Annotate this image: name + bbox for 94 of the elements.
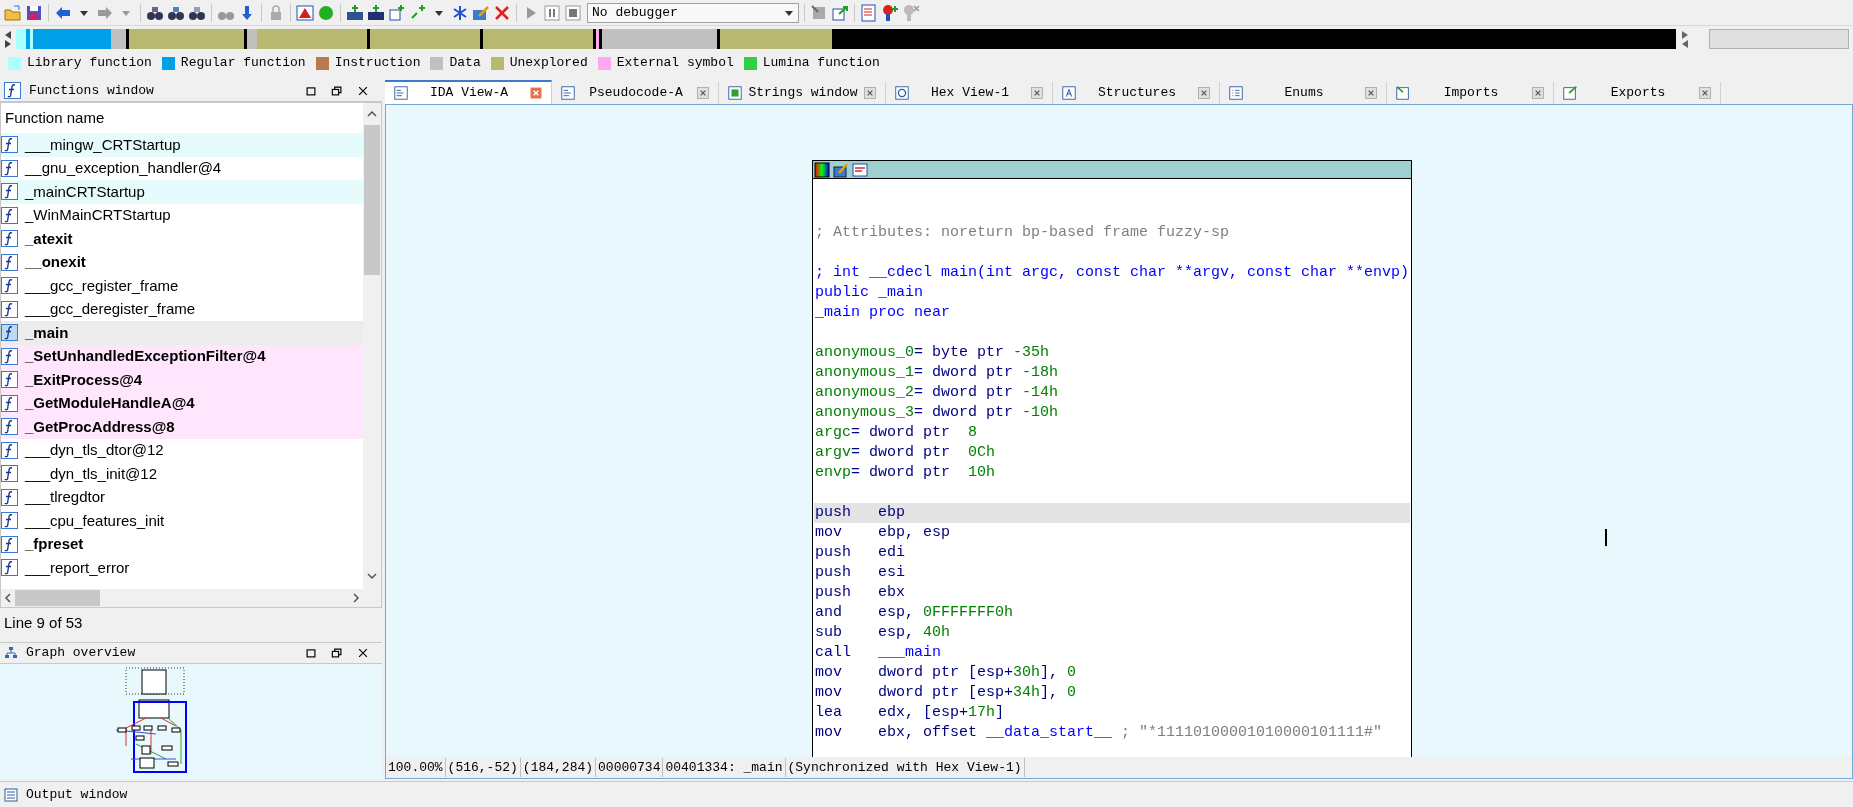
status-field: 100.00%: [386, 757, 446, 778]
panel-title: Graph overview: [26, 644, 136, 663]
function-row[interactable]: ___mingw_CRTStartup: [1, 133, 363, 157]
code-line: envp= dword ptr 10h: [814, 463, 997, 483]
circle-icon[interactable]: [317, 3, 335, 22]
maximize-icon[interactable]: [304, 646, 318, 660]
graph-node[interactable]: [812, 160, 1412, 757]
function-row[interactable]: _SetUnhandledExceptionFilter@4: [1, 344, 363, 368]
pause-icon[interactable]: [543, 3, 561, 22]
code-line: _main proc near: [814, 303, 952, 323]
edit-icon[interactable]: [472, 3, 490, 22]
document-icon[interactable]: [560, 85, 576, 101]
code-line: anonymous_0= byte ptr -35h: [814, 343, 1051, 363]
function-row[interactable]: _mainCRTStartup: [1, 180, 363, 204]
restore-icon[interactable]: [330, 83, 344, 98]
column-header[interactable]: Function name: [1, 103, 363, 133]
code-line: sub esp, 40h: [814, 623, 952, 643]
add-data-icon[interactable]: [367, 3, 385, 22]
function-icon: [1, 324, 18, 342]
code-line: public _main: [814, 283, 925, 303]
vertical-scrollbar[interactable]: [363, 103, 381, 607]
legend-label: Lumina function: [762, 54, 880, 73]
code-line: argc= dword ptr 8: [814, 423, 979, 443]
code-line: push ebx: [814, 583, 906, 603]
legend-label: Unexplored: [509, 54, 588, 73]
close-icon[interactable]: [863, 86, 877, 100]
add-code-icon[interactable]: [346, 3, 364, 22]
code-line: push esi: [814, 563, 906, 583]
scroll-arrows-icon[interactable]: [4, 30, 12, 48]
navigation-scrollbar[interactable]: [1709, 29, 1849, 49]
export-icon[interactable]: [1562, 85, 1578, 101]
code-line: anonymous_1= dword ptr -18h: [814, 363, 1060, 383]
edit-icon[interactable]: [833, 161, 849, 178]
save-icon[interactable]: [25, 3, 43, 22]
output-window-icon: [4, 787, 18, 802]
navigation-band[interactable]: [16, 29, 1676, 49]
close-icon[interactable]: [1698, 86, 1712, 100]
function-row[interactable]: _ExitProcess@4: [1, 368, 363, 392]
status-field: (Synchronized with Hex View-1): [785, 757, 1025, 778]
function-row[interactable]: _GetModuleHandleA@4: [1, 391, 363, 415]
structure-icon[interactable]: [1061, 85, 1077, 101]
code-line: argv= dword ptr 0Ch: [814, 443, 997, 463]
status-field: (184,284): [520, 757, 597, 778]
status-field: (516,-52): [445, 757, 521, 778]
legend-label: Data: [449, 54, 481, 73]
function-icon: [4, 82, 21, 99]
legend-label: Library function: [27, 54, 152, 73]
horizontal-scrollbar[interactable]: [1, 589, 363, 607]
status-field: 00401334: _main: [663, 757, 786, 778]
legend-label: Regular function: [180, 54, 306, 73]
close-icon[interactable]: [1030, 86, 1044, 100]
add-breakpoint-icon[interactable]: [881, 3, 899, 22]
graph-view-icon[interactable]: [852, 161, 868, 178]
strings-icon[interactable]: [727, 85, 743, 101]
document-icon[interactable]: [393, 85, 409, 101]
close-icon[interactable]: [1364, 86, 1378, 100]
line-count-text: Line 9 of 53: [4, 612, 83, 633]
close-icon[interactable]: [356, 646, 370, 660]
text-cursor: [1605, 529, 1607, 546]
hex-icon[interactable]: [894, 85, 910, 101]
code-line: ; Attributes: noreturn bp-based frame fuzzy-sp: [814, 223, 1231, 243]
warning-icon[interactable]: [296, 3, 314, 22]
import-icon[interactable]: [1395, 85, 1411, 101]
export-icon[interactable]: [831, 3, 849, 22]
code-line: and esp, 0FFFFFFF0h: [814, 603, 1015, 623]
code-line: mov dword ptr [esp+30h], 0: [814, 663, 1078, 683]
code-line: anonymous_2= dword ptr -14h: [814, 383, 1060, 403]
code-line: mov dword ptr [esp+34h], 0: [814, 683, 1078, 703]
stop-icon[interactable]: [564, 3, 582, 22]
hierarchy-icon: [4, 646, 18, 660]
code-line: push edi: [814, 543, 906, 563]
scroll-arrows-icon[interactable]: [1680, 30, 1690, 48]
legend-label: Instruction: [334, 54, 421, 73]
restore-icon[interactable]: [330, 646, 344, 660]
color-palette-icon[interactable]: [814, 161, 830, 178]
panel-title[interactable]: Output window: [26, 784, 128, 805]
code-line: lea edx, [esp+17h]: [814, 703, 1006, 723]
debugger-select[interactable]: No debugger: [587, 2, 799, 23]
tab[interactable]: IDA View-A: [385, 80, 552, 104]
function-row[interactable]: _GetProcAddress@8: [1, 415, 363, 439]
code-line: mov ebx, offset __data_start__ ; "*11110100001010000101111#": [814, 723, 1384, 743]
code-line: anonymous_3= dword ptr -10h: [814, 403, 1060, 423]
close-icon[interactable]: [1531, 86, 1545, 100]
code-line: call ___main: [814, 643, 942, 663]
status-field: 00000734: [596, 757, 664, 778]
close-icon[interactable]: [1197, 86, 1211, 100]
function-row[interactable]: _main: [1, 321, 363, 345]
list-icon[interactable]: [1228, 85, 1244, 101]
close-icon[interactable]: [696, 86, 710, 100]
asterisk-icon[interactable]: [451, 3, 469, 22]
code-line: ; int __cdecl main(int argc, const char **argv, const char **envp): [814, 263, 1410, 283]
panel-title: Functions window: [29, 81, 154, 100]
legend-label: External symbol: [616, 54, 734, 73]
code-line: mov ebp, esp: [814, 523, 951, 543]
